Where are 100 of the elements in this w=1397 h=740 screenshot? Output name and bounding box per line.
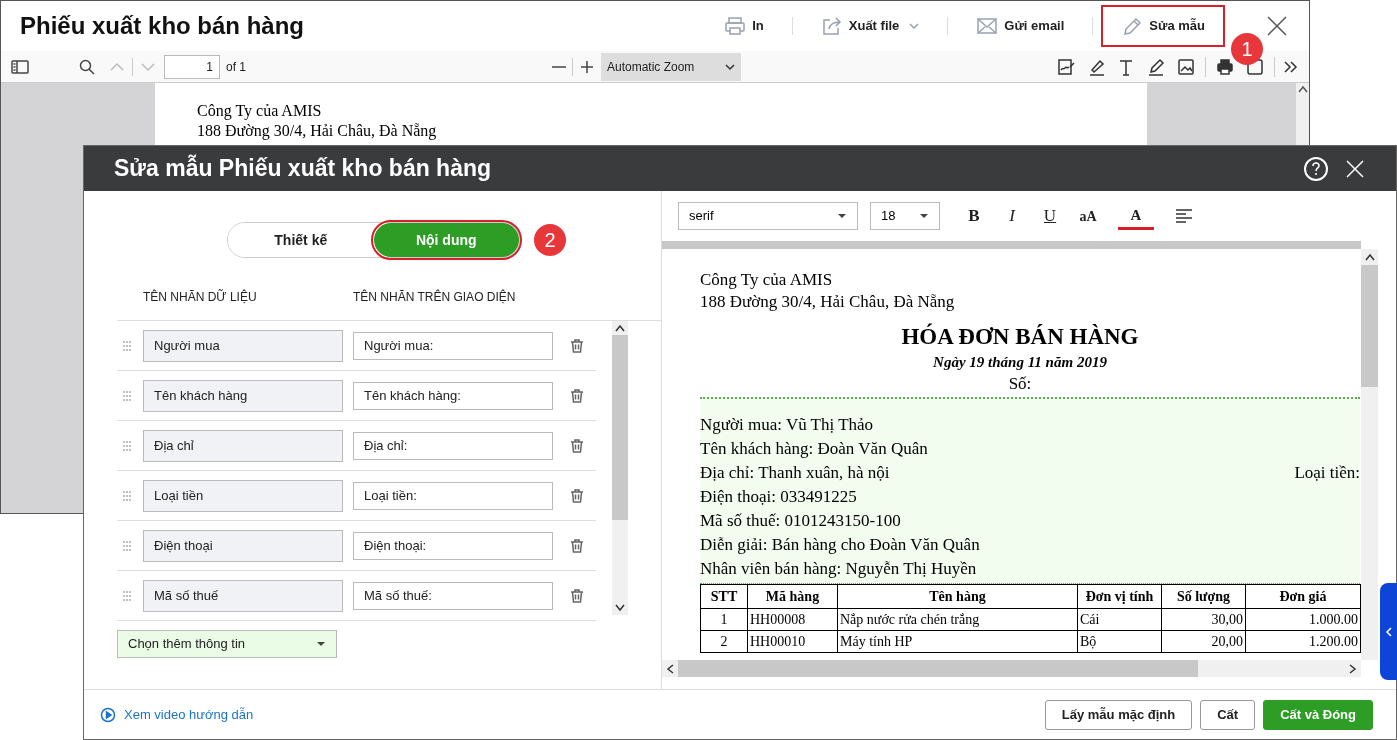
bold-button[interactable]: B — [956, 202, 992, 230]
drag-handle-icon — [122, 589, 132, 602]
table-cell: 2 — [700, 630, 748, 653]
info-text: Loại tiền: — [1294, 462, 1360, 485]
dialog-button[interactable]: Cất và Đóng — [1263, 699, 1373, 730]
delete-button[interactable] — [569, 437, 585, 454]
toolbar-button[interactable]: Sửa mẫu — [1101, 5, 1225, 47]
drag-handle-icon — [122, 389, 132, 402]
data-label-field: Địa chỉ — [143, 429, 343, 462]
trash-icon — [569, 337, 585, 354]
caret-icon — [837, 213, 847, 219]
zoom-select[interactable]: Automatic Zoom — [601, 52, 741, 81]
data-label-field: Người mua — [143, 329, 343, 362]
trash-icon — [569, 587, 585, 604]
table-cell: 20,00 — [1161, 630, 1246, 653]
display-label-field[interactable]: Địa chỉ: — [353, 431, 553, 460]
toolbar-button[interactable]: In — [704, 5, 784, 47]
font-color-button[interactable]: A — [1118, 202, 1154, 230]
delete-button[interactable] — [569, 587, 585, 604]
font-size-select[interactable]: 18 — [870, 202, 940, 230]
info-text: Địa chỉ: Thanh xuân, hà nội — [700, 462, 890, 485]
trash-icon — [569, 537, 585, 554]
font-select[interactable]: serif — [678, 202, 858, 230]
drag-handle-icon — [122, 539, 132, 552]
chevron-up-icon — [1364, 253, 1375, 261]
dialog-title: Sửa mẫu Phiếu xuất kho bán hàng — [114, 153, 492, 184]
document-text: Công Ty của AMIS — [700, 269, 833, 291]
scrollbar-thumb[interactable] — [678, 660, 1198, 677]
document-text: 188 Đường 30/4, Hải Châu, Đà Nẵng — [700, 291, 955, 313]
caret-icon — [316, 641, 326, 647]
table-cell: Nắp nước rửa chén trắng — [837, 608, 1078, 631]
text-case-button[interactable]: aA — [1070, 202, 1106, 230]
share-icon — [820, 16, 843, 36]
caret-icon — [725, 62, 735, 71]
delete-button[interactable] — [569, 337, 585, 354]
table-header: Số lượng — [1161, 584, 1246, 609]
invoice-date: Ngày 19 tháng 11 năm 2019 — [933, 353, 1107, 372]
zoom-in-icon — [579, 58, 595, 75]
scrollbar-thumb[interactable] — [1361, 265, 1378, 387]
chevron-right-icon — [1349, 663, 1357, 674]
toolbar-button[interactable]: Gửi email — [956, 5, 1085, 47]
chevron-up-icon — [109, 61, 125, 72]
invoice-title: HÓA ĐƠN BÁN HÀNG — [901, 323, 1139, 351]
trash-icon — [569, 437, 585, 454]
chevron-up-icon — [615, 324, 625, 332]
dialog-button[interactable]: Lấy mẫu mặc định — [1044, 699, 1193, 730]
display-label-field[interactable]: Loại tiền: — [353, 481, 553, 510]
italic-button[interactable]: I — [994, 202, 1030, 230]
delete-button[interactable] — [569, 487, 585, 504]
document-text: Công Ty của AMIS — [197, 101, 322, 121]
underline-button[interactable]: U — [1032, 202, 1068, 230]
close-button[interactable] — [1344, 157, 1366, 180]
video-guide-link[interactable]: Xem video hướng dẫn — [100, 704, 254, 725]
chevron-left-icon — [666, 663, 674, 674]
side-tab[interactable] — [1380, 583, 1397, 680]
delete-button[interactable] — [569, 537, 585, 554]
align-left-icon — [1175, 209, 1193, 223]
data-label-field: Điện thoại — [143, 529, 343, 562]
printer-icon — [724, 16, 747, 36]
invoice-number-label: Số: — [1008, 373, 1032, 395]
window-title: Phiếu xuất kho bán hàng — [20, 11, 305, 41]
column-header: TÊN NHÃN DỮ LIỆU — [143, 288, 258, 306]
caret-icon — [909, 22, 920, 30]
close-icon — [1345, 158, 1365, 179]
close-button[interactable] — [1265, 14, 1289, 38]
play-circle-icon — [100, 706, 116, 723]
help-icon — [1311, 161, 1321, 176]
table-cell: 1 — [700, 608, 748, 631]
info-text: Nhân viên bán hàng: Nguyễn Thị Huyền — [700, 558, 977, 581]
display-label-field[interactable]: Người mua: — [353, 331, 553, 360]
table-cell: Bộ — [1077, 630, 1162, 653]
help-button[interactable] — [1304, 156, 1328, 181]
table-header: Đơn giá — [1245, 584, 1361, 609]
drag-handle-icon — [122, 339, 132, 352]
tab[interactable]: Nội dung — [373, 223, 519, 257]
table-cell: Cái — [1077, 608, 1162, 631]
info-text: Người mua: Vũ Thị Thảo — [700, 414, 874, 437]
table-header: Mã hàng — [747, 584, 838, 609]
page-number-field[interactable]: 1 — [164, 54, 220, 79]
delete-button[interactable] — [569, 387, 585, 404]
display-label-field[interactable]: Mã số thuế: — [353, 581, 553, 610]
chevron-down-icon — [140, 61, 156, 72]
dialog-button[interactable]: Cất — [1200, 699, 1256, 730]
info-text: Điện thoại: 033491225 — [700, 486, 857, 509]
table-cell: HH00010 — [747, 630, 838, 653]
add-info-select[interactable]: Chọn thêm thông tin — [117, 630, 337, 658]
info-text: Tên khách hàng: Đoàn Văn Quân — [700, 438, 928, 461]
toolbar-button[interactable]: Xuất file — [800, 5, 940, 47]
drag-handle-icon — [122, 439, 132, 452]
display-label-field[interactable]: Tên khách hàng: — [353, 381, 553, 410]
zoom-out-icon — [552, 65, 566, 68]
data-label-field: Loại tiền — [143, 479, 343, 512]
table-cell: 1.000.00 — [1245, 608, 1361, 631]
chevron-left-icon — [1384, 626, 1393, 637]
chevron-down-icon — [615, 604, 625, 612]
scrollbar-thumb[interactable] — [612, 335, 628, 520]
text-tool-icon — [1117, 57, 1135, 76]
display-label-field[interactable]: Điện thoại: — [353, 531, 553, 560]
table-cell: 1.200.00 — [1245, 630, 1361, 653]
step-badge: 2 — [534, 224, 566, 256]
